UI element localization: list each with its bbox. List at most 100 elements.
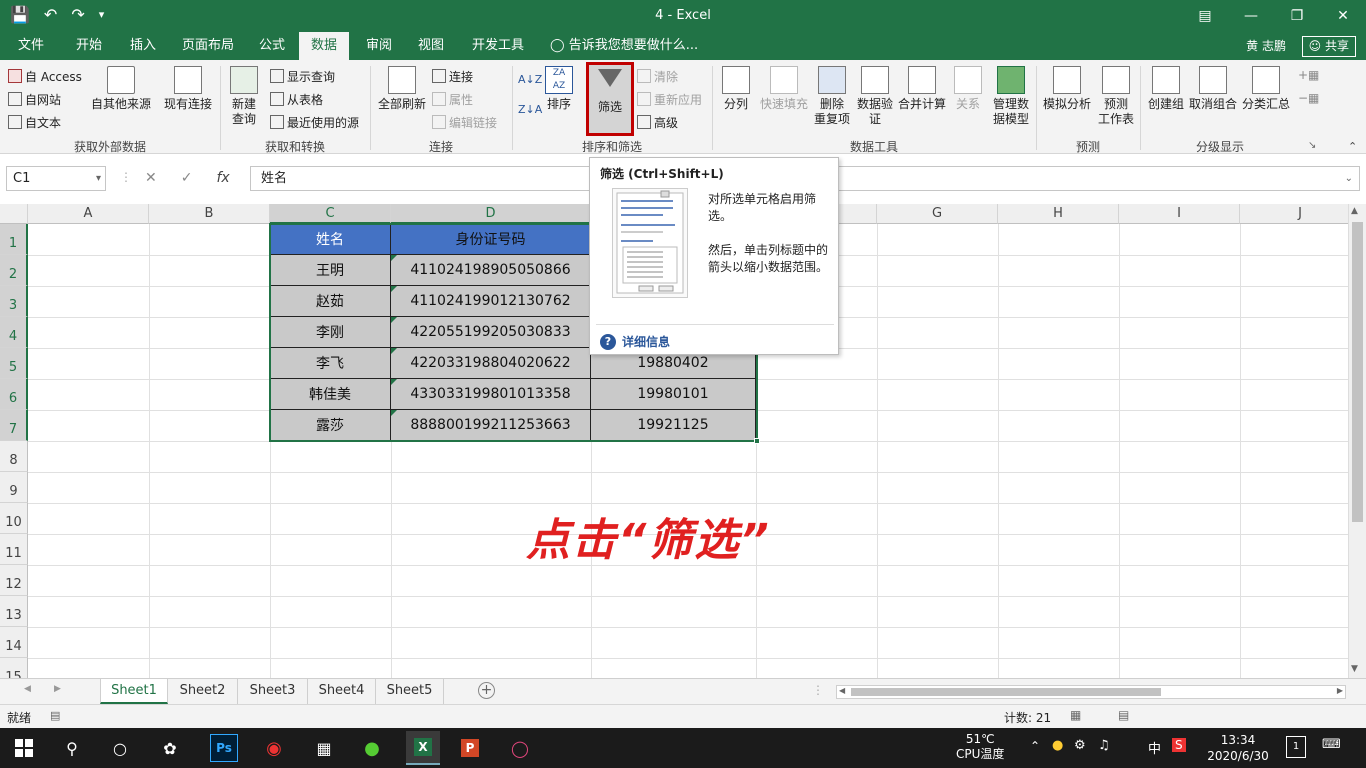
sheet-tab-sheet1[interactable]: Sheet1 — [100, 679, 168, 704]
powerpoint-icon[interactable]: P — [456, 734, 484, 762]
input-method-indicator[interactable]: 中 — [1148, 738, 1161, 757]
page-layout-view-icon[interactable]: ▤ — [1118, 708, 1129, 722]
table-cell[interactable]: 422055199205030833 — [391, 317, 591, 348]
stock-app-icon[interactable]: ◯ — [506, 734, 534, 762]
remove-duplicates-button[interactable]: 删除 重复项 — [812, 66, 852, 127]
row-header[interactable]: 4 — [0, 317, 28, 348]
new-query-button[interactable]: 新建 查询 — [226, 66, 262, 127]
row-header[interactable]: 2 — [0, 255, 28, 286]
tab-insert[interactable]: 插入 — [126, 32, 160, 60]
row-header[interactable]: 13 — [0, 596, 28, 627]
horizontal-scrollbar[interactable]: ◀ ▶ — [836, 685, 1346, 699]
macro-record-icon[interactable]: ▤ — [50, 709, 60, 722]
task-view-icon[interactable]: ○ — [106, 734, 134, 762]
ungroup-button[interactable]: 取消组合 — [1188, 66, 1238, 112]
advanced-filter-button[interactable]: 高级 — [637, 114, 678, 131]
ribbon-display-icon[interactable]: ▤ — [1182, 0, 1228, 32]
scroll-up-icon[interactable]: ▲ — [1351, 206, 1358, 216]
show-detail-button[interactable]: +▦ — [1298, 68, 1319, 82]
windows-start-icon[interactable] — [10, 734, 38, 762]
scroll-down-icon[interactable]: ▼ — [1351, 664, 1358, 674]
select-all-corner[interactable] — [0, 204, 28, 224]
table-cell[interactable]: 赵茹 — [270, 286, 391, 317]
sheet-tab-sheet2[interactable]: Sheet2 — [168, 679, 238, 704]
photoshop-icon[interactable]: Ps — [210, 734, 238, 762]
row-header[interactable]: 6 — [0, 379, 28, 410]
existing-connections-button[interactable]: 现有连接 — [162, 66, 214, 112]
drag-handle-icon[interactable]: ⋮ — [120, 170, 132, 184]
calculator-icon[interactable]: ▦ — [310, 734, 338, 762]
table-cell[interactable]: 韩佳美 — [270, 379, 391, 410]
tab-review[interactable]: 审阅 — [362, 32, 396, 60]
row-header[interactable]: 1 — [0, 224, 28, 255]
tab-page-layout[interactable]: 页面布局 — [178, 32, 238, 60]
taskbar-clock[interactable]: 13:34 2020/6/30 — [1203, 732, 1273, 764]
reapply-button[interactable]: 重新应用 — [637, 91, 702, 108]
row-header[interactable]: 9 — [0, 472, 28, 503]
sheet-tab-sheet5[interactable]: Sheet5 — [376, 679, 444, 704]
row-header[interactable]: 14 — [0, 627, 28, 658]
prev-sheet-icon[interactable]: ◀ — [24, 684, 31, 694]
add-sheet-icon[interactable]: + — [478, 682, 495, 699]
close-icon[interactable]: ✕ — [1320, 0, 1366, 32]
tab-split-handle[interactable]: ⋮ — [812, 683, 824, 697]
connections-button[interactable]: 连接 — [432, 68, 473, 85]
from-text-button[interactable]: 自文本 — [8, 114, 61, 131]
normal-view-icon[interactable]: ▦ — [1070, 708, 1081, 722]
column-header-j[interactable]: J — [1240, 204, 1348, 224]
recent-sources-button[interactable]: 最近使用的源 — [270, 114, 359, 131]
table-cell[interactable]: 李飞 — [270, 348, 391, 379]
notification-icon[interactable]: 1 — [1286, 736, 1306, 758]
excel-taskbar-icon[interactable]: X — [406, 731, 440, 765]
sort-za-button[interactable]: Z↓A — [518, 100, 542, 120]
manage-data-model-button[interactable]: 管理数 据模型 — [988, 66, 1034, 127]
table-cell[interactable]: 19921125 — [591, 410, 756, 441]
column-header-h[interactable]: H — [998, 204, 1119, 224]
tab-formulas[interactable]: 公式 — [255, 32, 289, 60]
table-cell[interactable]: 422033198804020622 — [391, 348, 591, 379]
scroll-left-icon[interactable]: ◀ — [839, 686, 845, 695]
subtotal-button[interactable]: 分类汇总 — [1240, 66, 1292, 112]
column-header-c[interactable]: C — [270, 204, 391, 224]
properties-button[interactable]: 属性 — [432, 91, 473, 108]
row-header[interactable]: 8 — [0, 441, 28, 472]
tab-view[interactable]: 视图 — [414, 32, 448, 60]
tell-me-more-link[interactable]: ? 详细信息 — [600, 333, 670, 350]
insert-function-icon[interactable]: fx — [216, 170, 229, 186]
flash-fill-button[interactable]: 快速填充 — [758, 66, 810, 112]
column-header-d[interactable]: D — [391, 204, 591, 224]
table-cell[interactable]: 李刚 — [270, 317, 391, 348]
refresh-all-button[interactable]: 全部刷新 — [376, 66, 428, 112]
tab-home[interactable]: 开始 — [72, 32, 106, 60]
expand-formula-icon[interactable]: ⌄ — [1345, 167, 1353, 190]
column-header-g[interactable]: G — [877, 204, 998, 224]
hide-detail-button[interactable]: −▦ — [1298, 91, 1319, 105]
browser-360-icon[interactable]: ● — [358, 734, 386, 762]
sogou-ime-icon[interactable]: S — [1172, 738, 1186, 752]
cancel-icon[interactable]: ✕ — [145, 170, 157, 186]
from-table-button[interactable]: 从表格 — [270, 91, 323, 108]
enter-icon[interactable]: ✓ — [181, 170, 193, 186]
sheet-tab-sheet4[interactable]: Sheet4 — [308, 679, 376, 704]
netease-music-icon[interactable]: ◉ — [260, 734, 288, 762]
column-header-i[interactable]: I — [1119, 204, 1240, 224]
table-cell[interactable]: 19980101 — [591, 379, 756, 410]
chevron-down-icon[interactable]: ▾ — [96, 167, 101, 190]
row-header[interactable]: 5 — [0, 348, 28, 379]
table-cell[interactable]: 433033199801013358 — [391, 379, 591, 410]
sheet-tab-sheet3[interactable]: Sheet3 — [238, 679, 308, 704]
scrollbar-thumb[interactable] — [1352, 222, 1363, 522]
show-queries-button[interactable]: 显示查询 — [270, 68, 335, 85]
fill-handle[interactable] — [754, 438, 760, 444]
sort-button[interactable]: ZA AZ 排序 — [544, 66, 574, 112]
column-header-a[interactable]: A — [28, 204, 149, 224]
tab-file[interactable]: 文件 — [14, 32, 48, 60]
row-header[interactable]: 7 — [0, 410, 28, 441]
sort-az-button[interactable]: A↓Z — [518, 70, 542, 90]
row-header[interactable]: 10 — [0, 503, 28, 534]
table-header-cell[interactable]: 身份证号码 — [391, 224, 591, 255]
table-cell[interactable]: 888800199211253663 — [391, 410, 591, 441]
volume-icon[interactable]: ♫ — [1098, 738, 1110, 753]
from-web-button[interactable]: 自网站 — [8, 91, 61, 108]
table-cell[interactable]: 王明 — [270, 255, 391, 286]
